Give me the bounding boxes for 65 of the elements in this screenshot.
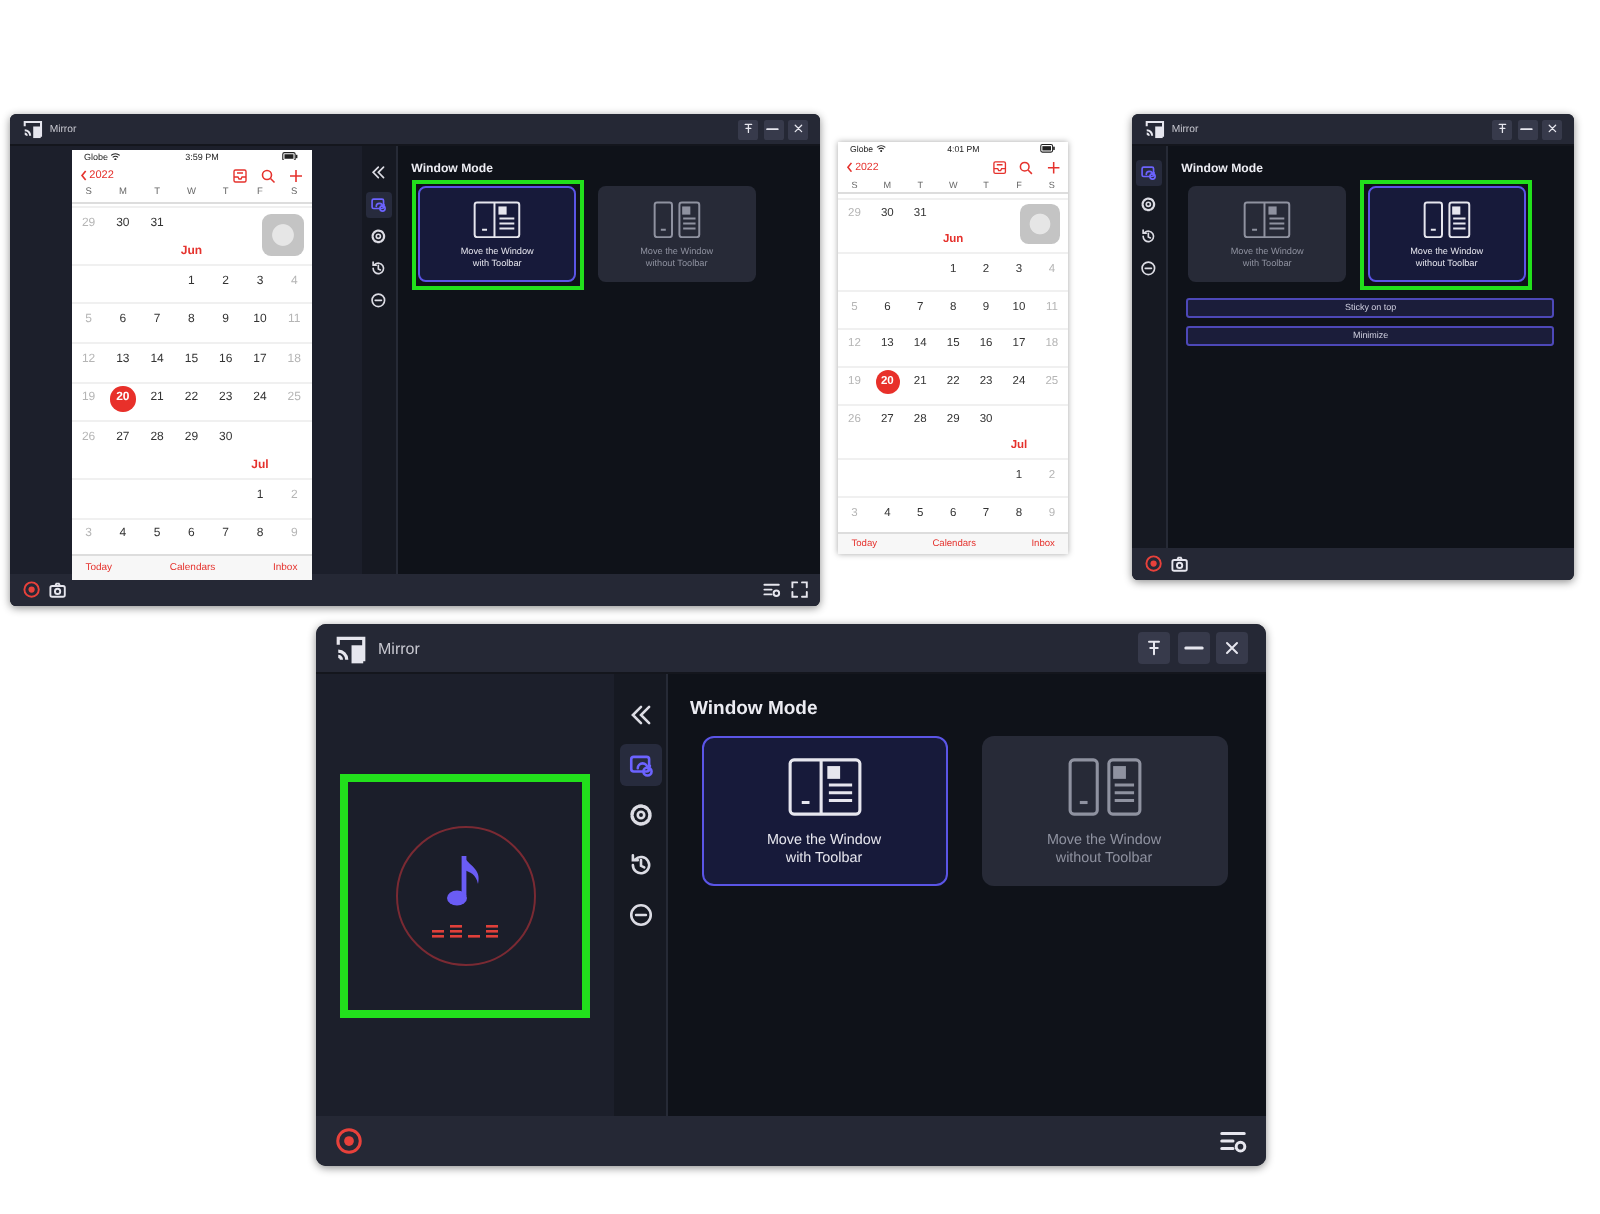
section-title: Window Mode [690,698,820,720]
phone-and-document-icon [1065,755,1143,818]
chevron-left-icon [845,162,854,173]
inbox-tray-icon[interactable] [991,159,1008,175]
pin-button[interactable] [1138,632,1170,664]
phone-document-icon [1242,199,1293,239]
settings-icon [370,228,387,246]
wifi-icon [110,151,122,161]
double-chevron-icon [627,702,653,728]
window-title: Mirror [378,639,420,657]
record-icon [1143,554,1163,574]
close-icon [1222,638,1242,658]
settings-icon [1140,196,1157,214]
search-icon[interactable] [1018,159,1034,175]
pin-button[interactable] [1492,119,1513,140]
minimize-icon [766,128,780,131]
minus-circle-icon [370,292,387,310]
settings-icon [627,802,653,828]
history-icon [1140,228,1157,246]
double-chevron-icon [370,164,387,182]
phone-and-document-icon [1421,199,1472,239]
inbox-tray-icon[interactable] [231,167,248,184]
close-button[interactable] [788,119,809,140]
phone-and-document-icon [651,199,702,239]
cast-icon [1143,118,1166,141]
chevron-left-icon [79,170,88,182]
camera-icon [48,580,68,600]
pin-icon [1144,638,1164,658]
record-icon [21,580,41,600]
plus-icon[interactable] [1045,159,1061,175]
battery-icon [1040,144,1057,154]
pin-icon [741,122,755,136]
minimize-button[interactable] [1177,632,1209,664]
minus-circle-icon [627,902,653,928]
pin-button[interactable] [738,119,759,140]
cast-icon [334,631,368,665]
minimize-button[interactable] [1517,119,1538,140]
wifi-icon [875,144,887,154]
search-icon[interactable] [259,167,276,184]
minimize-button[interactable] [763,119,784,140]
list-settings-icon [1218,1126,1248,1156]
music-note-icon [445,852,485,912]
screen-mirror-icon [1140,164,1157,182]
screen-mirror-icon [370,196,387,214]
close-icon [1545,122,1559,136]
camera-icon [1170,554,1190,574]
list-settings-icon [762,580,782,600]
phone-document-icon [785,755,863,818]
cast-icon [21,118,44,141]
close-button[interactable] [1542,119,1563,140]
close-icon [791,122,805,136]
fullscreen-icon [789,580,809,600]
minimize-icon [1520,128,1534,131]
equalizer-icon [431,922,499,938]
phone-document-icon [472,199,523,239]
history-icon [627,852,653,878]
plus-icon[interactable] [287,167,304,184]
close-button[interactable] [1216,632,1248,664]
minus-circle-icon [1140,260,1157,278]
record-icon [334,1126,364,1156]
history-icon [370,260,387,278]
minimize-icon [1183,646,1203,650]
screen-mirror-icon [627,752,653,778]
pin-icon [1495,122,1509,136]
battery-icon [282,151,299,161]
